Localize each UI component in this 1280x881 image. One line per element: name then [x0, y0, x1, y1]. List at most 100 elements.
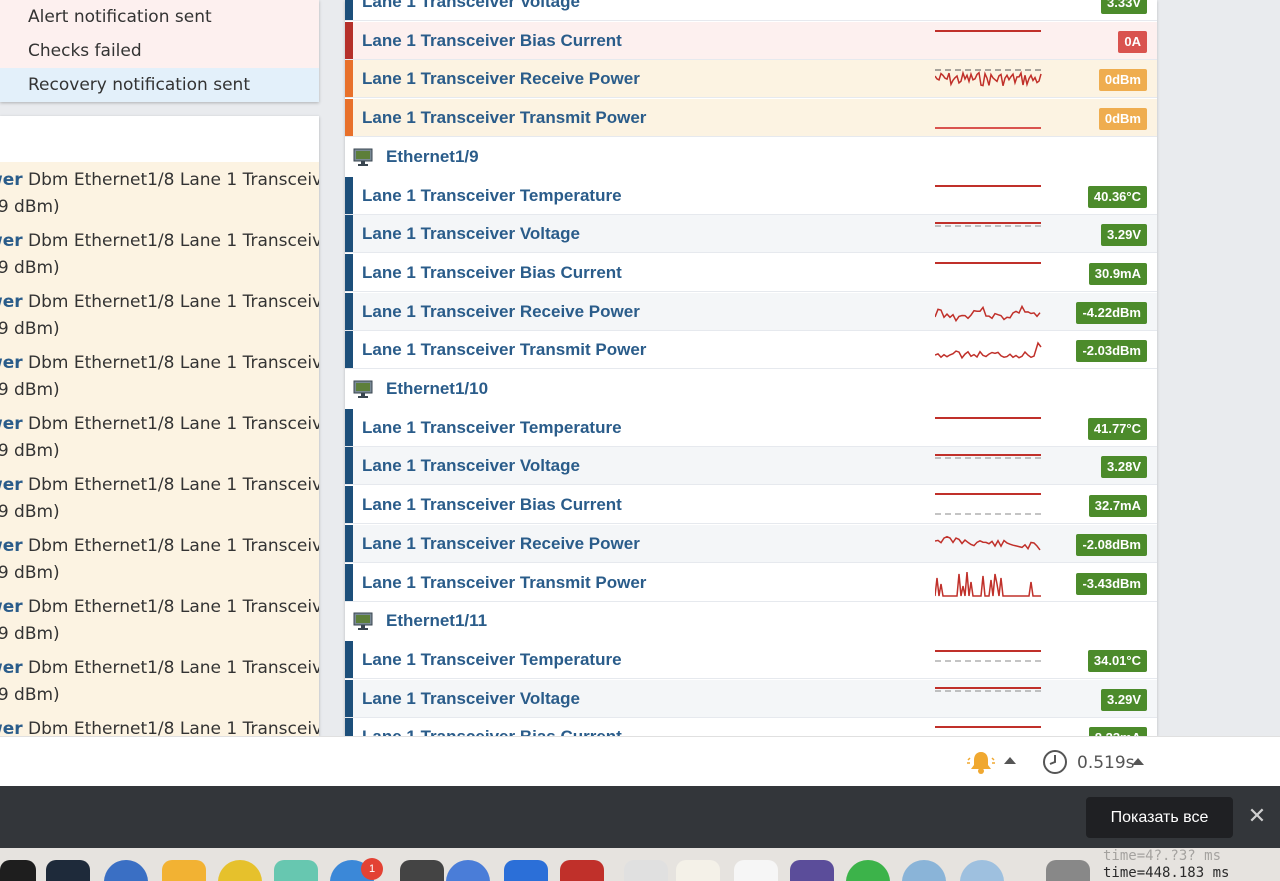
java-app-icon[interactable] [734, 860, 778, 881]
doc-app-icon[interactable] [624, 860, 668, 881]
service-row[interactable]: Lane 1 Transceiver Temperature 41.77°C [345, 408, 1157, 447]
close-icon[interactable]: ✕ [1244, 804, 1270, 830]
service-row[interactable]: Lane 1 Transceiver Voltage 3.29V [345, 215, 1157, 254]
trash-icon[interactable] [1046, 860, 1090, 881]
terminal2-app-icon[interactable] [46, 860, 90, 881]
terminal-app-icon[interactable] [0, 860, 36, 881]
log-item-line: wer Dbm Ethernet1/8 Lane 1 Transceiver [0, 655, 319, 682]
legend-checks-failed[interactable]: Checks failed [0, 34, 319, 68]
log-item[interactable]: wer Dbm Ethernet1/8 Lane 1 Transceiver 79… [0, 467, 319, 528]
log-item-suffix: 79 dBm) [0, 502, 60, 522]
service-row[interactable]: Lane 1 Transceiver Receive Power -2.08dBm [345, 524, 1157, 563]
log-item[interactable]: wer Dbm Ethernet1/8 Lane 1 Transceiver 79… [0, 650, 319, 711]
sparkline [935, 222, 1041, 227]
service-row[interactable]: Lane 1 Transceiver Voltage 3.29V [345, 679, 1157, 718]
service-row[interactable]: Lane 1 Transceiver Bias Current 30.9mA [345, 253, 1157, 292]
podcast-app-icon[interactable] [218, 860, 262, 881]
caret-up-icon[interactable] [1132, 758, 1144, 765]
legend-alert-notification[interactable]: Alert notification sent [0, 0, 319, 34]
service-name[interactable]: Lane 1 Transceiver Temperature [362, 177, 622, 215]
log-item[interactable]: wer Dbm Ethernet1/8 Lane 1 Transceiver 79… [0, 406, 319, 467]
service-row[interactable]: Lane 1 Transceiver Transmit Power 0dBm [345, 99, 1157, 138]
x-app-icon[interactable] [274, 860, 318, 881]
network-app-icon[interactable] [104, 860, 148, 881]
log-item-keyword: wer [0, 536, 23, 556]
service-name[interactable]: Lane 1 Transceiver Receive Power [362, 60, 640, 98]
store-app-icon[interactable] [504, 860, 548, 881]
service-name[interactable]: Lane 1 Transceiver Transmit Power [362, 331, 646, 369]
p-app-icon[interactable] [790, 860, 834, 881]
host-header[interactable]: Ethernet1/10 [345, 370, 1157, 408]
log-item-text: Dbm Ethernet1/8 Lane 1 Transceiver [22, 658, 319, 678]
log-item-line: wer Dbm Ethernet1/8 Lane 1 Transceiver [0, 716, 319, 736]
service-name[interactable]: Lane 1 Transceiver Voltage [362, 215, 580, 253]
host-header[interactable]: Ethernet1/11 [345, 602, 1157, 641]
dock: 1 time=4?.?3? ms time=448.183 ms [0, 848, 1280, 881]
log-item[interactable]: wer Dbm Ethernet1/8 Lane 1 Transceiver 79… [0, 162, 319, 223]
log-item-line: wer Dbm Ethernet1/8 Lane 1 Transceiver [0, 411, 319, 438]
service-row[interactable]: Lane 1 Transceiver Bias Current 0A [345, 21, 1157, 60]
host-name[interactable]: Ethernet1/9 [386, 138, 479, 176]
sparkline [935, 649, 1041, 662]
service-name[interactable]: Lane 1 Transceiver Voltage [362, 447, 580, 485]
log-item-suffix: 79 dBm) [0, 563, 60, 583]
service-row[interactable]: Lane 1 Transceiver Temperature 34.01°C [345, 640, 1157, 679]
globe2-app-icon[interactable] [960, 860, 1004, 881]
service-table: Lane 1 Transceiver Voltage 3.33V Lane 1 Tr… [345, 0, 1157, 736]
value-badge: 3.33V [1101, 0, 1147, 14]
log-item[interactable]: wer Dbm Ethernet1/8 Lane 1 Transceiver 79… [0, 589, 319, 650]
sparkline [935, 416, 1041, 419]
service-row[interactable]: Lane 1 Transceiver Receive Power 0dBm [345, 60, 1157, 99]
log-item[interactable]: wer Dbm Ethernet1/8 Lane 1 Transceiver 79… [0, 223, 319, 284]
service-name[interactable]: Lane 1 Transceiver Temperature [362, 409, 622, 447]
service-name[interactable]: Lane 1 Transceiver Voltage [362, 0, 580, 21]
service-row[interactable]: Lane 1 Transceiver Bias Current 8.23mA [345, 718, 1157, 736]
log-item-suffix: 79 dBm) [0, 380, 60, 400]
host-name[interactable]: Ethernet1/10 [386, 370, 488, 408]
log-item[interactable]: wer Dbm Ethernet1/8 Lane 1 Transceiver 79… [0, 528, 319, 589]
windows-app-icon[interactable] [560, 860, 604, 881]
service-name[interactable]: Lane 1 Transceiver Receive Power [362, 293, 640, 331]
service-row[interactable]: Lane 1 Transceiver Temperature 40.36°C [345, 176, 1157, 215]
text-app-icon[interactable] [676, 860, 720, 881]
show-all-button[interactable]: Показать все [1086, 797, 1233, 838]
service-name[interactable]: Lane 1 Transceiver Receive Power [362, 525, 640, 563]
service-row[interactable]: Lane 1 Transceiver Transmit Power -2.03dB… [345, 331, 1157, 370]
search-app-icon[interactable] [162, 860, 206, 881]
whatsapp-app-icon[interactable] [846, 860, 890, 881]
service-row[interactable]: Lane 1 Transceiver Transmit Power -3.43dB… [345, 563, 1157, 602]
service-name[interactable]: Lane 1 Transceiver Bias Current [362, 254, 622, 292]
service-name[interactable]: Lane 1 Transceiver Bias Current [362, 22, 622, 60]
log-item-line: wer Dbm Ethernet1/8 Lane 1 Transceiver [0, 228, 319, 255]
service-row[interactable]: Lane 1 Transceiver Voltage 3.33V [345, 0, 1157, 21]
host-header[interactable]: Ethernet1/9 [345, 137, 1157, 176]
state-bar [345, 60, 353, 98]
log-item-keyword: wer [0, 658, 23, 678]
service-name[interactable]: Lane 1 Transceiver Temperature [362, 641, 622, 679]
equalizer-app-icon[interactable] [400, 860, 444, 881]
event-log-header [0, 116, 319, 162]
bell-icon[interactable] [967, 749, 995, 775]
value-badge: 30.9mA [1088, 262, 1147, 285]
service-name[interactable]: Lane 1 Transceiver Transmit Power [362, 99, 646, 137]
service-name[interactable]: Lane 1 Transceiver Voltage [362, 680, 580, 718]
service-name[interactable]: Lane 1 Transceiver Bias Current [362, 486, 622, 524]
log-item[interactable]: wer Dbm Ethernet1/8 Lane 1 Transceiver 79… [0, 284, 319, 345]
service-row[interactable]: Lane 1 Transceiver Bias Current 32.7mA [345, 486, 1157, 525]
legend-recovery-notification[interactable]: Recovery notification sent [0, 68, 319, 102]
log-item[interactable]: wer Dbm Ethernet1/8 Lane 1 Transceiver 79… [0, 345, 319, 406]
caret-up-icon[interactable] [1004, 757, 1016, 764]
host-name[interactable]: Ethernet1/11 [386, 602, 487, 640]
service-row[interactable]: Lane 1 Transceiver Receive Power -4.22dBm [345, 292, 1157, 331]
globe-app-icon[interactable] [902, 860, 946, 881]
chat-app-icon[interactable] [446, 860, 490, 881]
state-bar [345, 21, 353, 59]
service-name[interactable]: Lane 1 Transceiver Transmit Power [362, 564, 646, 602]
log-item[interactable]: wer Dbm Ethernet1/8 Lane 1 Transceiver [0, 711, 319, 736]
sparkline [935, 686, 1041, 692]
service-name[interactable]: Lane 1 Transceiver Bias Current [362, 718, 622, 736]
clock-icon[interactable] [1042, 749, 1068, 775]
sparkline [935, 304, 1041, 322]
value-badge: 0dBm [1098, 108, 1147, 131]
service-row[interactable]: Lane 1 Transceiver Voltage 3.28V [345, 447, 1157, 486]
